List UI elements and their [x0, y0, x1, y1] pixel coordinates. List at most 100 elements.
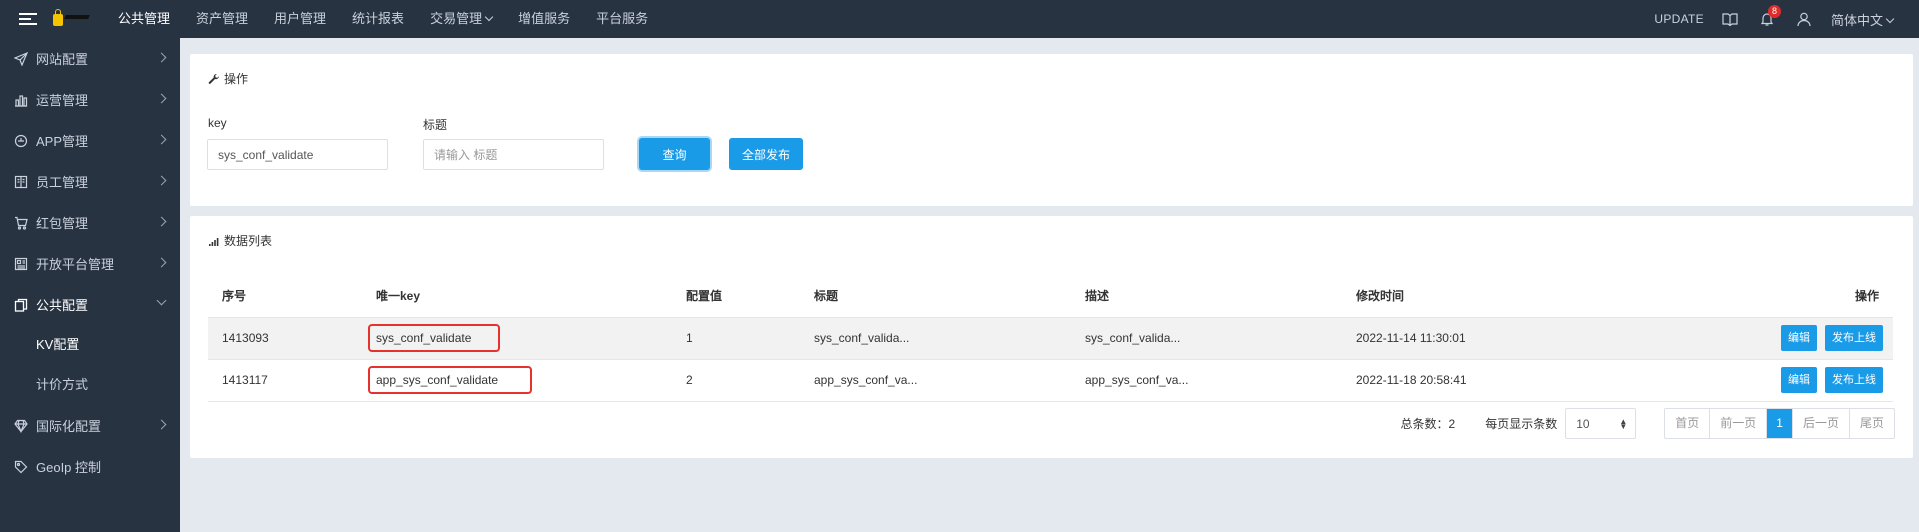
table-header-row: 序号 唯一key 配置值 标题 描述 修改时间 操作	[208, 274, 1893, 318]
book-icon	[13, 174, 28, 189]
sidebar-item-label: 红包管理	[36, 216, 89, 231]
sidebar-item-label: GeoIp 控制	[36, 460, 102, 475]
bar-chart-icon	[13, 92, 28, 107]
sidebar-item-operations[interactable]: 运营管理	[0, 79, 180, 120]
publish-all-button[interactable]: 全部发布	[729, 138, 803, 170]
sidebar: 网站配置 运营管理 APP管理 员工管理 红包管理 开放平台管理 公共配置 KV…	[0, 38, 180, 532]
column-header-title: 标题	[800, 274, 1071, 318]
update-link[interactable]: UPDATE	[1654, 12, 1704, 26]
per-page-select[interactable]: 10 ▲ ▼	[1565, 408, 1637, 439]
cell-key: sys_conf_validate	[362, 317, 672, 360]
column-header-key: 唯一key	[362, 274, 672, 318]
nav-item-reports[interactable]: 统计报表	[339, 0, 417, 38]
nav-item-platform[interactable]: 平台服务	[583, 0, 661, 38]
chevron-down-icon	[156, 295, 167, 306]
top-navbar: 公共管理 资产管理 用户管理 统计报表 交易管理 增值服务 平台服务 UPDAT…	[0, 0, 1919, 38]
operations-title-text: 操作	[224, 72, 249, 86]
chevron-right-icon	[156, 216, 167, 227]
app-icon	[13, 133, 28, 148]
chevron-down-icon	[1885, 14, 1895, 23]
pager-prev[interactable]: 前一页	[1709, 409, 1766, 438]
title-input[interactable]	[423, 139, 604, 170]
sidebar-item-red-packet[interactable]: 红包管理	[0, 202, 180, 243]
column-header-id: 序号	[208, 274, 362, 318]
sidebar-item-label: 公共配置	[36, 298, 89, 313]
pagination-bar: 总条数：2 每页显示条数 10 ▲ ▼ 首页 前一页 1 后一页 尾页	[1401, 408, 1895, 439]
table-row: 1413093 sys_conf_validate 1 sys_conf_val…	[208, 317, 1893, 360]
data-list-title-text: 数据列表	[224, 234, 273, 248]
operations-panel: 操作 key 标题 查询 全部发布	[190, 54, 1913, 206]
nav-item-trade[interactable]: 交易管理	[417, 0, 505, 38]
publish-button[interactable]: 发布上线	[1825, 367, 1883, 393]
user-icon[interactable]	[1794, 9, 1814, 29]
sidebar-item-label: 运营管理	[36, 93, 89, 108]
cart-icon	[13, 215, 28, 230]
bell-icon[interactable]: 8	[1757, 5, 1781, 29]
query-button[interactable]: 查询	[639, 138, 710, 170]
chevron-right-icon	[156, 134, 167, 145]
logo[interactable]	[53, 9, 90, 29]
edit-button[interactable]: 编辑	[1781, 367, 1817, 393]
book-icon[interactable]	[1720, 9, 1740, 29]
key-label: key	[208, 116, 227, 130]
data-list-title: 数据列表	[208, 232, 272, 249]
sidebar-item-geoip[interactable]: GeoIp 控制	[0, 446, 180, 487]
per-page-label: 每页显示条数	[1485, 417, 1558, 431]
wrench-icon	[208, 73, 219, 84]
pager: 首页 前一页 1 后一页 尾页	[1664, 408, 1895, 439]
signal-bars-icon	[209, 237, 219, 246]
language-select[interactable]: 简体中文	[1830, 10, 1895, 29]
highlighted-key: sys_conf_validate	[368, 324, 500, 352]
data-table: 序号 唯一key 配置值 标题 描述 修改时间 操作 1413093 sys_c…	[208, 274, 1893, 402]
pager-first[interactable]: 首页	[1665, 409, 1709, 438]
cell-title: sys_conf_valida...	[800, 317, 1071, 360]
edit-button[interactable]: 编辑	[1781, 325, 1817, 351]
cell-description: app_sys_conf_va...	[1071, 359, 1342, 402]
table-row: 1413117 app_sys_conf_validate 2 app_sys_…	[208, 359, 1893, 402]
nav-item-users[interactable]: 用户管理	[261, 0, 339, 38]
total-label: 总条数：	[1400, 417, 1449, 431]
sidebar-item-i18n[interactable]: 国际化配置	[0, 405, 180, 446]
nav-item-public[interactable]: 公共管理	[105, 0, 183, 38]
cell-modified: 2022-11-14 11:30:01	[1342, 317, 1582, 360]
data-list-panel: 数据列表 序号 唯一key 配置值 标题 描述 修改时间 操作 1413093 …	[190, 216, 1913, 458]
column-header-actions: 操作	[1582, 274, 1893, 318]
sidebar-item-staff[interactable]: 员工管理	[0, 161, 180, 202]
sidebar-item-label: 开放平台管理	[36, 257, 115, 272]
chevron-right-icon	[156, 93, 167, 104]
cell-actions: 编辑 发布上线	[1582, 359, 1893, 402]
total-value: 2	[1448, 417, 1456, 431]
cell-value: 1	[672, 317, 800, 360]
lock-icon	[53, 9, 63, 26]
diamond-icon	[13, 418, 28, 433]
column-header-modified: 修改时间	[1342, 274, 1582, 318]
pager-last[interactable]: 尾页	[1848, 409, 1894, 438]
tag-icon	[13, 459, 28, 474]
operations-panel-title: 操作	[208, 70, 248, 87]
chevron-right-icon	[156, 52, 167, 63]
nav-item-assets[interactable]: 资产管理	[183, 0, 261, 38]
chevron-right-icon	[156, 175, 167, 186]
pager-next[interactable]: 后一页	[1791, 409, 1849, 438]
sidebar-item-site-config[interactable]: 网站配置	[0, 38, 180, 79]
nav-item-value-added[interactable]: 增值服务	[505, 0, 583, 38]
publish-button[interactable]: 发布上线	[1825, 325, 1883, 351]
top-nav: 公共管理 资产管理 用户管理 统计报表 交易管理 增值服务 平台服务	[105, 0, 661, 38]
sidebar-item-label: 员工管理	[36, 175, 89, 190]
sidebar-item-app[interactable]: APP管理	[0, 120, 180, 161]
key-input[interactable]	[207, 139, 388, 170]
sidebar-item-open-platform[interactable]: 开放平台管理	[0, 243, 180, 284]
pager-current[interactable]: 1	[1766, 409, 1792, 438]
chevron-down-icon	[484, 12, 494, 22]
language-label: 简体中文	[1830, 12, 1883, 28]
sidebar-subitem-pricing[interactable]: 计价方式	[0, 365, 180, 405]
send-icon	[13, 51, 28, 66]
sidebar-item-label: 网站配置	[36, 52, 89, 67]
menu-toggle-icon[interactable]	[19, 13, 37, 25]
sidebar-item-label: APP管理	[36, 134, 89, 149]
sidebar-subitem-kv-config[interactable]: KV配置	[0, 325, 180, 365]
cell-id: 1413093	[208, 317, 362, 360]
brand-mark	[64, 15, 90, 19]
sidebar-item-public-config[interactable]: 公共配置	[0, 284, 180, 325]
topbar-right: UPDATE 8 简体中文	[1654, 0, 1919, 38]
